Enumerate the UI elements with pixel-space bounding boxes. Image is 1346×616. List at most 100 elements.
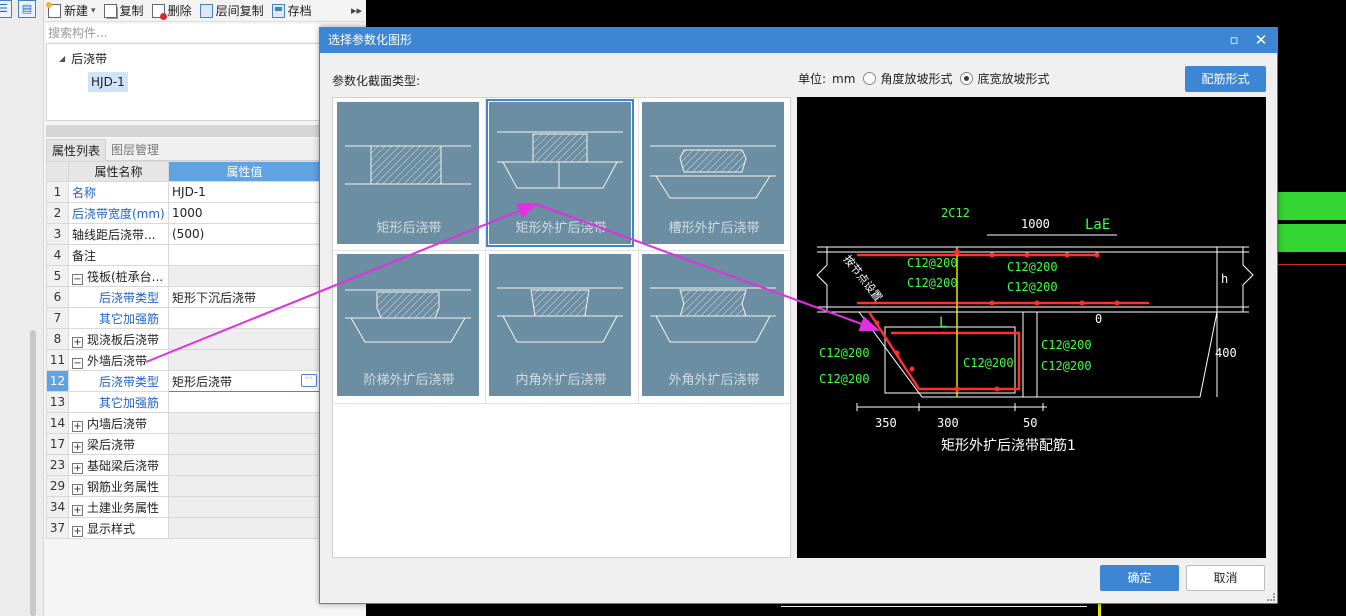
copy-button[interactable]: 复制 <box>100 1 148 21</box>
table-row[interactable]: 37 + 显示样式 <box>46 517 321 539</box>
property-value[interactable] <box>168 307 321 329</box>
rebar-form-button[interactable]: 配筋形式 <box>1185 66 1266 92</box>
preview-w50-label: 50 <box>1023 416 1037 430</box>
preview-rebar-label: C12@200 <box>1007 280 1058 294</box>
property-value[interactable]: HJD-1 <box>168 181 321 203</box>
table-row[interactable]: 1 名称 HJD-1 <box>46 181 321 203</box>
property-value: 矩形后浇带 <box>172 374 233 389</box>
table-row[interactable]: 5 − 筏板(桩承台... <box>46 265 321 287</box>
tile-caption: 外角外扩后浇带 <box>668 373 760 388</box>
table-row[interactable]: 6 后浇带类型 矩形下沉后浇带 <box>46 286 321 308</box>
table-row[interactable]: 4 备注 <box>46 244 321 266</box>
table-row[interactable]: 7 其它加强筋 <box>46 307 321 329</box>
delete-button[interactable]: 删除 <box>148 1 196 21</box>
copy-icon <box>103 3 117 18</box>
table-row[interactable]: 34 + 土建业务属性 <box>46 496 321 518</box>
table-row-selected[interactable]: 12 后浇带类型 矩形后浇带 ··· <box>46 370 321 392</box>
expand-icon[interactable]: + <box>72 420 83 432</box>
radio-angle-label[interactable]: 角度放坡形式 <box>880 70 952 87</box>
header-value: 属性值 <box>168 161 321 182</box>
radio-width-label[interactable]: 底宽放坡形式 <box>977 70 1049 87</box>
search-input[interactable]: 搜索构件... <box>46 24 320 42</box>
copy-label: 复制 <box>119 4 144 18</box>
property-name: 后浇带类型 <box>68 286 169 308</box>
tile-groove-expanded[interactable]: 槽形外扩后浇带 <box>638 98 790 250</box>
radio-angle-slope[interactable] <box>863 72 877 85</box>
tile-inner-corner-expanded[interactable]: 内角外扩后浇带 <box>485 250 637 402</box>
expand-icon[interactable]: + <box>72 336 83 348</box>
layer-copy-button[interactable]: 层间复制 <box>196 1 268 21</box>
delete-label: 删除 <box>167 4 192 18</box>
preview-rebar-label: C12@200 <box>819 372 870 386</box>
dialog-title: 选择参数化图形 <box>328 33 413 47</box>
ellipsis-icon[interactable]: ··· <box>301 374 317 387</box>
collapse-icon[interactable]: − <box>72 357 83 369</box>
layer-copy-icon <box>199 3 213 18</box>
green-element[interactable] <box>1278 192 1346 220</box>
table-row[interactable]: 29 + 钢筋业务属性 <box>46 475 321 497</box>
table-row[interactable]: 2 后浇带宽度(mm) 1000 <box>46 202 321 224</box>
tile-outer-corner-expanded[interactable]: 外角外扩后浇带 <box>638 250 790 402</box>
row-number: 2 <box>46 202 69 224</box>
expand-icon[interactable]: + <box>72 462 83 474</box>
table-row[interactable]: 14 + 内墙后浇带 <box>46 412 321 434</box>
side-button-2[interactable]: ▤ <box>18 0 36 18</box>
delete-icon <box>151 3 167 20</box>
preview-top-bar-label: 2C12 <box>941 206 970 220</box>
tile-caption: 阶梯外扩后浇带 <box>363 373 455 388</box>
preview-depth-label: 400 <box>1215 346 1237 360</box>
resize-grip-icon[interactable] <box>1267 593 1275 601</box>
side-button-1[interactable]: ☰ <box>0 0 12 18</box>
table-row[interactable]: 3 轴线距后浇带... (500) <box>46 223 321 245</box>
ok-button[interactable]: 确定 <box>1100 565 1179 591</box>
parametric-shape-dialog: 选择参数化图形 ▫ ✕ 参数化截面类型: 单位: mm 角度放坡形式 底宽放坡形… <box>319 27 1278 604</box>
property-name-group: − 外墙后浇带 <box>68 349 169 371</box>
side-strip: ☰ ▤ <box>0 0 44 616</box>
new-label: 新建 <box>64 4 89 18</box>
tree-leaf-selected[interactable]: HJD-1 <box>88 72 128 92</box>
component-toolbar: 新建 ▾ 复制 删除 层间复制 存档 ▸▸ <box>44 0 366 22</box>
property-name-group: + 基础梁后浇带 <box>68 454 169 476</box>
table-row[interactable]: 17 + 梁后浇带 <box>46 433 321 455</box>
more-icon[interactable]: ▸▸ <box>351 4 362 17</box>
table-row[interactable]: 13 其它加强筋 <box>46 391 321 413</box>
green-element[interactable] <box>1278 224 1346 252</box>
group-label: 内墙后浇带 <box>87 416 148 431</box>
cancel-button[interactable]: 取消 <box>1186 565 1265 591</box>
panel-splitter[interactable] <box>46 125 366 137</box>
expand-icon[interactable]: + <box>72 504 83 516</box>
row-number: 14 <box>46 412 69 434</box>
tile-rect[interactable]: 矩形后浇带 <box>333 98 485 250</box>
tile-step-expanded[interactable]: 阶梯外扩后浇带 <box>333 250 485 402</box>
property-value[interactable]: 1000 <box>168 202 321 224</box>
dialog-title-bar[interactable]: 选择参数化图形 ▫ ✕ <box>320 28 1277 53</box>
table-row[interactable]: 8 + 现浇板后浇带 <box>46 328 321 350</box>
tree-node-root[interactable]: ◢ 后浇带 <box>59 50 107 67</box>
save-button[interactable]: 存档 <box>268 1 316 21</box>
close-icon[interactable]: ✕ <box>1248 28 1274 53</box>
tile-rect-expanded[interactable]: 矩形外扩后浇带 <box>485 98 637 250</box>
preview-w300-label: 300 <box>937 416 959 430</box>
radio-width-slope[interactable] <box>960 72 974 85</box>
expand-icon[interactable]: + <box>72 483 83 495</box>
property-value-editor[interactable]: 矩形后浇带 ··· <box>168 370 321 392</box>
table-row[interactable]: 11 − 外墙后浇带 <box>46 349 321 371</box>
vertical-scrollbar[interactable] <box>30 330 36 616</box>
component-panel: ☰ ▤ 新建 ▾ 复制 删除 层间复制 存档 ▸▸ 搜索构件... ◢ 后浇带 … <box>0 0 366 616</box>
tab-property-list[interactable]: 属性列表 <box>46 139 107 161</box>
maximize-icon[interactable]: ▫ <box>1221 28 1247 53</box>
collapse-icon[interactable]: − <box>72 273 83 285</box>
table-row[interactable]: 23 + 基础梁后浇带 <box>46 454 321 476</box>
tab-layer-management[interactable]: 图层管理 <box>106 139 164 161</box>
property-value[interactable]: (500) <box>168 223 321 245</box>
property-value[interactable] <box>168 391 321 413</box>
new-button[interactable]: 新建 ▾ <box>44 1 100 21</box>
property-value[interactable]: 矩形下沉后浇带 <box>168 286 321 308</box>
property-name: 其它加强筋 <box>68 391 169 413</box>
property-name-group: + 内墙后浇带 <box>68 412 169 434</box>
expand-triangle-icon[interactable]: ◢ <box>59 54 65 63</box>
property-value[interactable] <box>168 244 321 266</box>
preview-length-label: L <box>939 315 947 331</box>
expand-icon[interactable]: + <box>72 525 83 537</box>
expand-icon[interactable]: + <box>72 441 83 453</box>
